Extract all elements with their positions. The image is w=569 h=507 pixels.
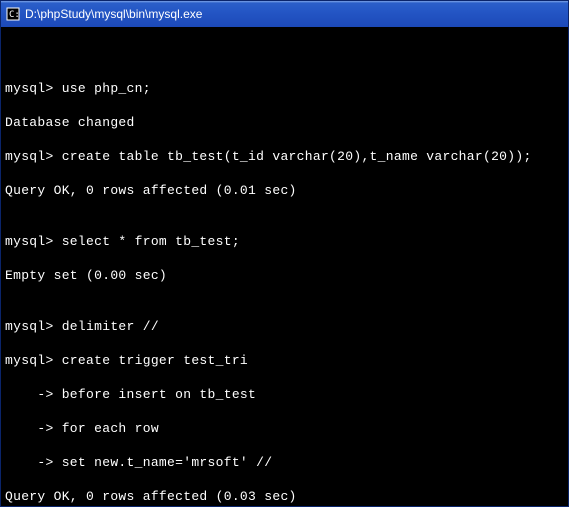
terminal-line: -> before insert on tb_test: [5, 386, 564, 403]
terminal-line: mysql> use php_cn;: [5, 80, 564, 97]
terminal-line: mysql> create table tb_test(t_id varchar…: [5, 148, 564, 165]
terminal-line: Empty set (0.00 sec): [5, 267, 564, 284]
terminal-line: mysql> select * from tb_test;: [5, 233, 564, 250]
svg-text:C:: C:: [9, 10, 20, 20]
terminal-line: mysql> create trigger test_tri: [5, 352, 564, 369]
terminal-line: Query OK, 0 rows affected (0.01 sec): [5, 182, 564, 199]
terminal-line: -> set new.t_name='mrsoft' //: [5, 454, 564, 471]
titlebar[interactable]: C: D:\phpStudy\mysql\bin\mysql.exe: [1, 1, 568, 27]
terminal-line: mysql> delimiter //: [5, 318, 564, 335]
window-title: D:\phpStudy\mysql\bin\mysql.exe: [25, 7, 564, 21]
terminal-line: -> for each row: [5, 420, 564, 437]
window: C: D:\phpStudy\mysql\bin\mysql.exe mysql…: [0, 0, 569, 507]
app-icon: C:: [5, 6, 21, 22]
terminal-line: Query OK, 0 rows affected (0.03 sec): [5, 488, 564, 505]
terminal-line: Database changed: [5, 114, 564, 131]
terminal-line: [5, 46, 564, 63]
terminal-output[interactable]: mysql> use php_cn; Database changed mysq…: [1, 27, 568, 506]
